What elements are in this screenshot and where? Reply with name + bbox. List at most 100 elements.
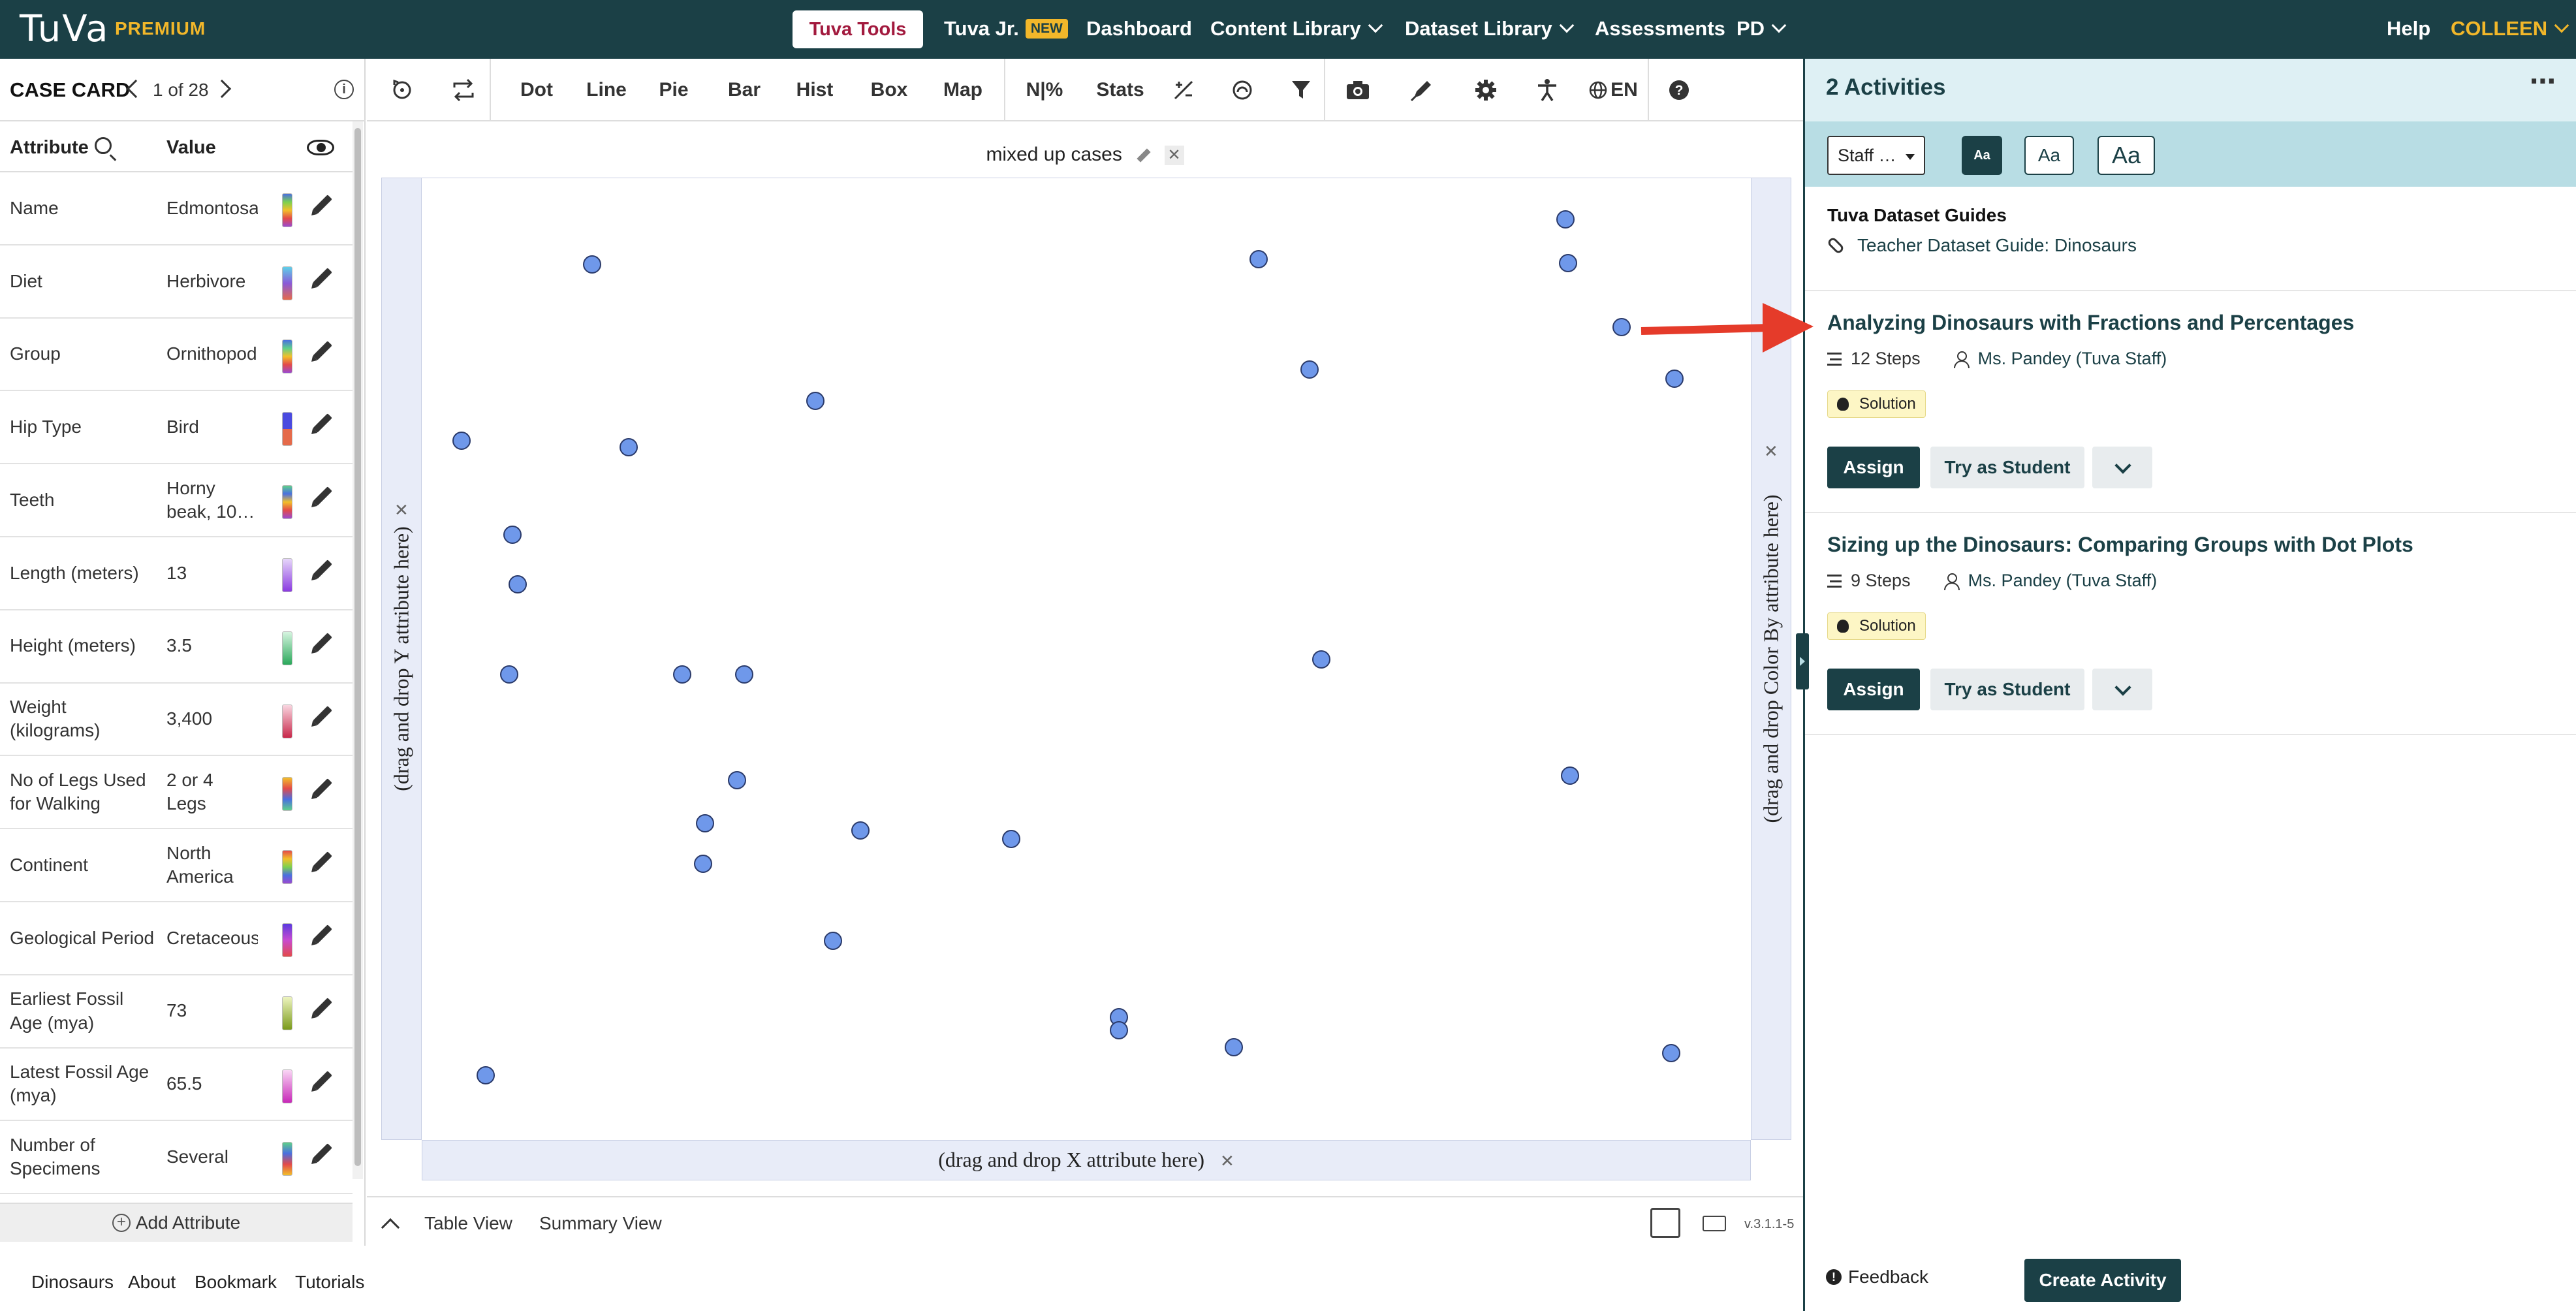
language-button[interactable]: EN bbox=[1585, 59, 1641, 121]
color-scale-swatch[interactable] bbox=[282, 777, 292, 812]
footer-link-dinosaurs[interactable]: Dinosaurs bbox=[31, 1272, 114, 1293]
attribute-row[interactable]: Name Edmontosaurus bbox=[0, 172, 353, 245]
box-plot-button[interactable]: Box bbox=[863, 59, 915, 121]
next-case-icon[interactable] bbox=[212, 79, 232, 99]
attribute-row[interactable]: Length (meters) 13 bbox=[0, 537, 353, 610]
pencil-icon[interactable] bbox=[313, 1070, 332, 1090]
activity-title[interactable]: Analyzing Dinosaurs with Fractions and P… bbox=[1827, 311, 2354, 335]
pencil-icon[interactable] bbox=[313, 1143, 332, 1163]
table-view-button[interactable]: Table View bbox=[424, 1213, 512, 1234]
attribute-row[interactable]: Earliest Fossil Age (mya) 73 bbox=[0, 975, 353, 1049]
assign-button[interactable]: Assign bbox=[1827, 447, 1920, 488]
keyboard-icon[interactable] bbox=[1703, 1216, 1726, 1231]
data-point[interactable] bbox=[824, 932, 842, 950]
teacher-guide-link[interactable]: Teacher Dataset Guide: Dinosaurs bbox=[1826, 235, 2137, 256]
color-scale-swatch[interactable] bbox=[282, 193, 292, 227]
data-point[interactable] bbox=[1002, 830, 1020, 848]
data-point[interactable] bbox=[620, 438, 638, 456]
color-scale-swatch[interactable] bbox=[282, 412, 292, 447]
swap-axes-icon[interactable] bbox=[444, 59, 483, 121]
data-point[interactable] bbox=[735, 665, 753, 684]
font-size-large-button[interactable]: Aa bbox=[2097, 136, 2155, 175]
footer-link-about[interactable]: About bbox=[128, 1272, 176, 1293]
color-scale-swatch[interactable] bbox=[282, 923, 292, 957]
color-scale-swatch[interactable] bbox=[282, 631, 292, 665]
font-size-small-button[interactable]: Aa bbox=[1962, 136, 2002, 175]
attribute-row[interactable]: Geological Period Cretaceous bbox=[0, 902, 353, 975]
staff-filter-select[interactable]: Staff … bbox=[1827, 136, 1925, 175]
solution-badge[interactable]: Solution bbox=[1827, 390, 1926, 418]
pencil-icon[interactable] bbox=[313, 778, 332, 798]
search-icon[interactable] bbox=[95, 137, 112, 154]
line-plot-button[interactable]: Line bbox=[577, 59, 636, 121]
color-scale-swatch[interactable] bbox=[282, 850, 292, 885]
histogram-button[interactable]: Hist bbox=[789, 59, 841, 121]
tuva-tools-button[interactable]: Tuva Tools bbox=[793, 10, 923, 48]
pencil-icon[interactable] bbox=[313, 486, 332, 507]
pencil-icon[interactable] bbox=[313, 997, 332, 1017]
attribute-row[interactable]: Hip Type Bird bbox=[0, 391, 353, 465]
assign-button[interactable]: Assign bbox=[1827, 669, 1920, 710]
data-point[interactable] bbox=[694, 855, 712, 873]
attribute-row[interactable]: Diet Herbivore bbox=[0, 245, 353, 319]
dot-plot-button[interactable]: Dot bbox=[509, 59, 564, 121]
color-scale-swatch[interactable] bbox=[282, 704, 292, 738]
pencil-icon[interactable] bbox=[313, 632, 332, 652]
data-point[interactable] bbox=[1249, 250, 1268, 268]
accessibility-icon[interactable] bbox=[1529, 59, 1565, 121]
camera-icon[interactable] bbox=[1340, 59, 1376, 121]
attribute-row[interactable]: Latest Fossil Age (mya) 65.5 bbox=[0, 1049, 353, 1122]
info-icon[interactable]: i bbox=[334, 80, 354, 99]
pencil-icon[interactable] bbox=[313, 195, 332, 214]
nav-dataset-library[interactable]: Dataset Library bbox=[1405, 17, 1575, 40]
bar-chart-button[interactable]: Bar bbox=[719, 59, 769, 121]
try-as-student-button[interactable]: Try as Student bbox=[1930, 669, 2084, 710]
color-scale-swatch[interactable] bbox=[282, 1142, 292, 1177]
data-point[interactable] bbox=[1612, 318, 1631, 336]
data-point[interactable] bbox=[1662, 1044, 1680, 1062]
data-point[interactable] bbox=[503, 526, 522, 544]
data-point[interactable] bbox=[583, 255, 601, 274]
expand-icon[interactable] bbox=[1650, 1208, 1680, 1238]
activity-title[interactable]: Sizing up the Dinosaurs: Comparing Group… bbox=[1827, 533, 2413, 557]
data-point[interactable] bbox=[1110, 1021, 1128, 1039]
filter-icon[interactable] bbox=[1285, 59, 1317, 121]
attribute-row[interactable]: Number of Specimens Several bbox=[0, 1121, 353, 1195]
data-point[interactable] bbox=[806, 392, 825, 410]
attribute-row[interactable]: Weight (kilograms) 3,400 bbox=[0, 684, 353, 757]
map-button[interactable]: Map bbox=[936, 59, 990, 121]
nav-dashboard[interactable]: Dashboard bbox=[1086, 17, 1192, 40]
data-point[interactable] bbox=[728, 771, 746, 789]
attribute-row[interactable]: Continent North America bbox=[0, 829, 353, 902]
more-options-icon[interactable]: ⋯ bbox=[2530, 67, 2558, 97]
pencil-icon[interactable] bbox=[313, 340, 332, 360]
pencil-icon[interactable] bbox=[313, 924, 332, 944]
activity-author[interactable]: Ms. Pandey (Tuva Staff) bbox=[1978, 349, 2167, 369]
activity-options-chevron-down-icon[interactable] bbox=[2092, 669, 2152, 710]
chevron-up-icon[interactable] bbox=[381, 1218, 400, 1237]
data-point[interactable] bbox=[673, 665, 691, 684]
ruler-icon[interactable] bbox=[1226, 59, 1259, 121]
data-point[interactable] bbox=[1559, 254, 1577, 272]
tuva-logo[interactable]: TuVa bbox=[20, 8, 109, 50]
marker-icon[interactable] bbox=[1404, 59, 1440, 121]
plus-minus-icon[interactable] bbox=[1167, 59, 1200, 121]
summary-view-button[interactable]: Summary View bbox=[539, 1213, 662, 1234]
data-point[interactable] bbox=[477, 1066, 495, 1084]
data-point[interactable] bbox=[1665, 370, 1684, 388]
user-menu[interactable]: COLLEEN bbox=[2451, 17, 2569, 40]
eye-icon[interactable] bbox=[307, 140, 334, 155]
footer-link-bookmark[interactable]: Bookmark bbox=[195, 1272, 277, 1293]
data-point[interactable] bbox=[1312, 650, 1330, 669]
color-scale-swatch[interactable] bbox=[282, 1069, 292, 1103]
help-icon[interactable]: ? bbox=[1661, 59, 1697, 121]
pencil-icon[interactable] bbox=[313, 560, 332, 579]
data-point[interactable] bbox=[1556, 210, 1575, 229]
activity-options-chevron-down-icon[interactable] bbox=[2092, 447, 2152, 488]
pencil-icon[interactable] bbox=[313, 413, 332, 434]
feedback-link[interactable]: ! Feedback bbox=[1826, 1267, 1928, 1287]
nav-help[interactable]: Help bbox=[2387, 17, 2430, 40]
try-as-student-button[interactable]: Try as Student bbox=[1930, 447, 2084, 488]
attribute-row[interactable]: Height (meters) 3.5 bbox=[0, 610, 353, 684]
nav-tuva-jr[interactable]: Tuva Jr. NEW bbox=[944, 17, 1068, 40]
